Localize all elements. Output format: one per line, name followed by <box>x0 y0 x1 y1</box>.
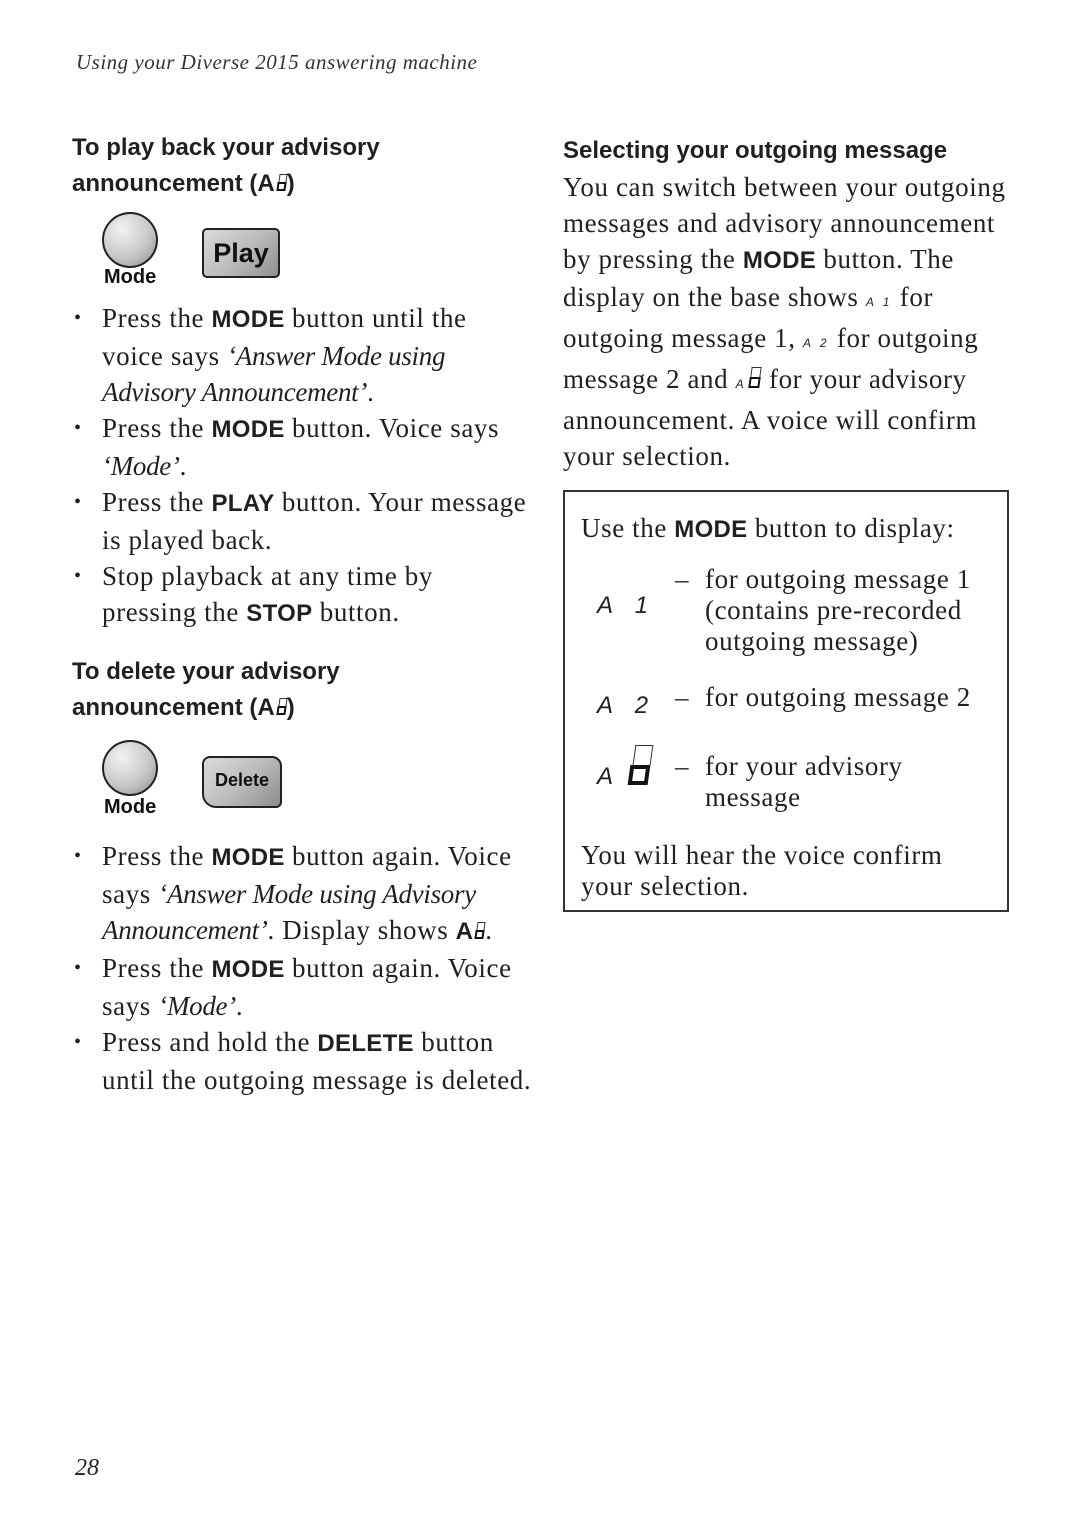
button-illustration: Mode Play <box>102 212 532 302</box>
lcd-digit-icon <box>474 922 486 940</box>
mode-button-icon <box>102 212 158 268</box>
list-item: • Press the MODE button. Voice says ‘Mode… <box>72 410 532 484</box>
playback-section: To play back your advisory announcement … <box>72 130 532 632</box>
lcd-digit-icon <box>627 745 654 787</box>
heading-close: ) <box>286 694 295 721</box>
heading-line: announcement (A <box>72 694 275 721</box>
selecting-heading: Selecting your outgoing message <box>563 137 948 164</box>
playback-steps: • Press the MODE button until the voice s… <box>72 300 532 632</box>
mode-button-icon <box>102 740 158 796</box>
dash: – <box>675 564 689 594</box>
lcd-digit-icon <box>276 174 288 192</box>
box-intro: Use the MODE button to display: <box>581 513 955 543</box>
lcd-digit-icon <box>747 367 762 389</box>
display-code: A 2 <box>597 692 657 719</box>
playback-heading: To play back your advisory announcement … <box>72 130 532 202</box>
bullet-icon: • <box>74 491 82 513</box>
bullet-icon: • <box>74 957 82 979</box>
list-item: • Press the MODE button again. Voice says… <box>72 950 532 1024</box>
display-description: for outgoing message 2 <box>705 682 971 712</box>
dash: – <box>675 751 689 781</box>
mode-display-box: Use the MODE button to display: A 1 – fo… <box>563 490 1009 912</box>
right-column: Selecting your outgoing message You can … <box>563 133 1013 474</box>
display-code: A 1 <box>597 592 657 619</box>
delete-heading: To delete your advisory announcement (A) <box>72 654 532 726</box>
display-code: A 2 <box>802 336 830 350</box>
heading-line: To play back your advisory <box>72 134 380 161</box>
running-header: Using your Diverse 2015 answering machin… <box>76 50 478 74</box>
bullet-icon: • <box>74 845 82 867</box>
list-item: • Press the PLAY button. Your message is … <box>72 484 532 558</box>
list-item: • Press the MODE button again. Voice says… <box>72 838 532 950</box>
button-illustration: Mode Delete <box>102 740 532 838</box>
mode-button-label: Mode <box>104 266 157 288</box>
lcd-digit-icon <box>276 698 288 716</box>
bullet-icon: • <box>74 417 82 439</box>
display-description: for your advisory message <box>705 751 903 812</box>
selecting-paragraph: You can switch between your outgoing mes… <box>563 172 1006 471</box>
display-code: A 1 <box>865 295 893 309</box>
display-code: A <box>735 377 747 391</box>
dash: – <box>675 682 689 712</box>
delete-button-icon: Delete <box>202 756 282 808</box>
heading-line: To delete your advisory <box>72 658 340 685</box>
bullet-icon: • <box>74 307 82 329</box>
play-button-icon: Play <box>202 228 280 278</box>
heading-close: ) <box>286 170 295 197</box>
left-column: To play back your advisory announcement … <box>72 130 532 1098</box>
delete-steps: • Press the MODE button again. Voice says… <box>72 838 532 1098</box>
display-code: A <box>597 763 622 790</box>
list-item: • Press and hold the DELETE button until … <box>72 1024 532 1098</box>
delete-section: To delete your advisory announcement (A)… <box>72 654 532 1098</box>
page-number: 28 <box>75 1455 99 1481</box>
bullet-icon: • <box>74 1031 82 1053</box>
bullet-icon: • <box>74 565 82 587</box>
heading-line: announcement (A <box>72 170 275 197</box>
list-item: • Press the MODE button until the voice s… <box>72 300 532 410</box>
box-footer: You will hear the voice confirm your sel… <box>581 840 943 901</box>
display-description: for outgoing message 1 (contains pre-rec… <box>705 564 971 656</box>
list-item: • Stop playback at any time by pressing t… <box>72 558 532 632</box>
mode-button-label: Mode <box>104 796 157 818</box>
